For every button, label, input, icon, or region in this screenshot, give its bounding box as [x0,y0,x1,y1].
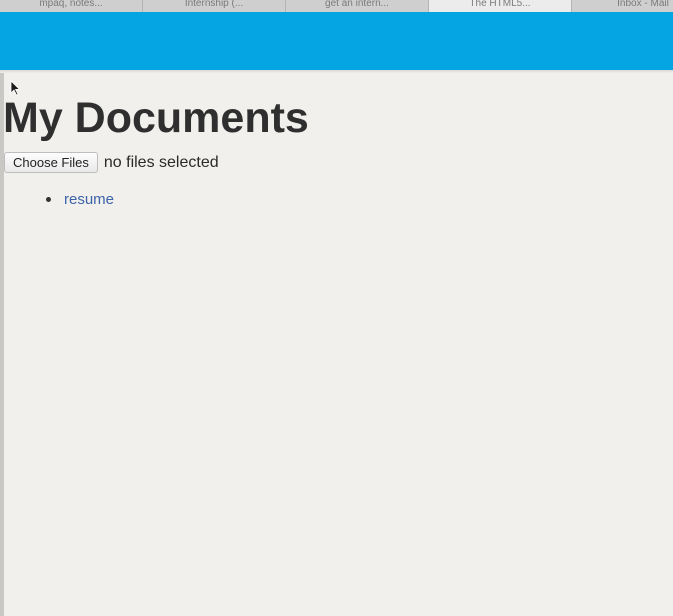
browser-tab-active[interactable]: The HTML5... [429,0,572,12]
document-list: resume [46,189,114,209]
header-shadow [0,70,673,73]
choose-files-button[interactable]: Choose Files [4,152,98,173]
browser-tab[interactable]: Inbox - Mail [572,0,673,12]
list-item: resume [46,189,114,209]
bullet-icon [46,196,51,202]
browser-tab[interactable]: mpaq, notes... [0,0,143,12]
browser-tab-strip: mpaq, notes... Internship (... get an in… [0,0,673,12]
browser-tab[interactable]: get an intern... [286,0,429,12]
window-left-edge [0,0,4,616]
file-upload-row: Choose Files no files selected [4,152,219,173]
document-link-resume[interactable]: resume [64,191,114,208]
page-title: My Documents [3,94,309,142]
file-selection-status: no files selected [103,153,219,171]
page-header-band [0,12,673,70]
browser-tab[interactable]: Internship (... [143,0,286,12]
